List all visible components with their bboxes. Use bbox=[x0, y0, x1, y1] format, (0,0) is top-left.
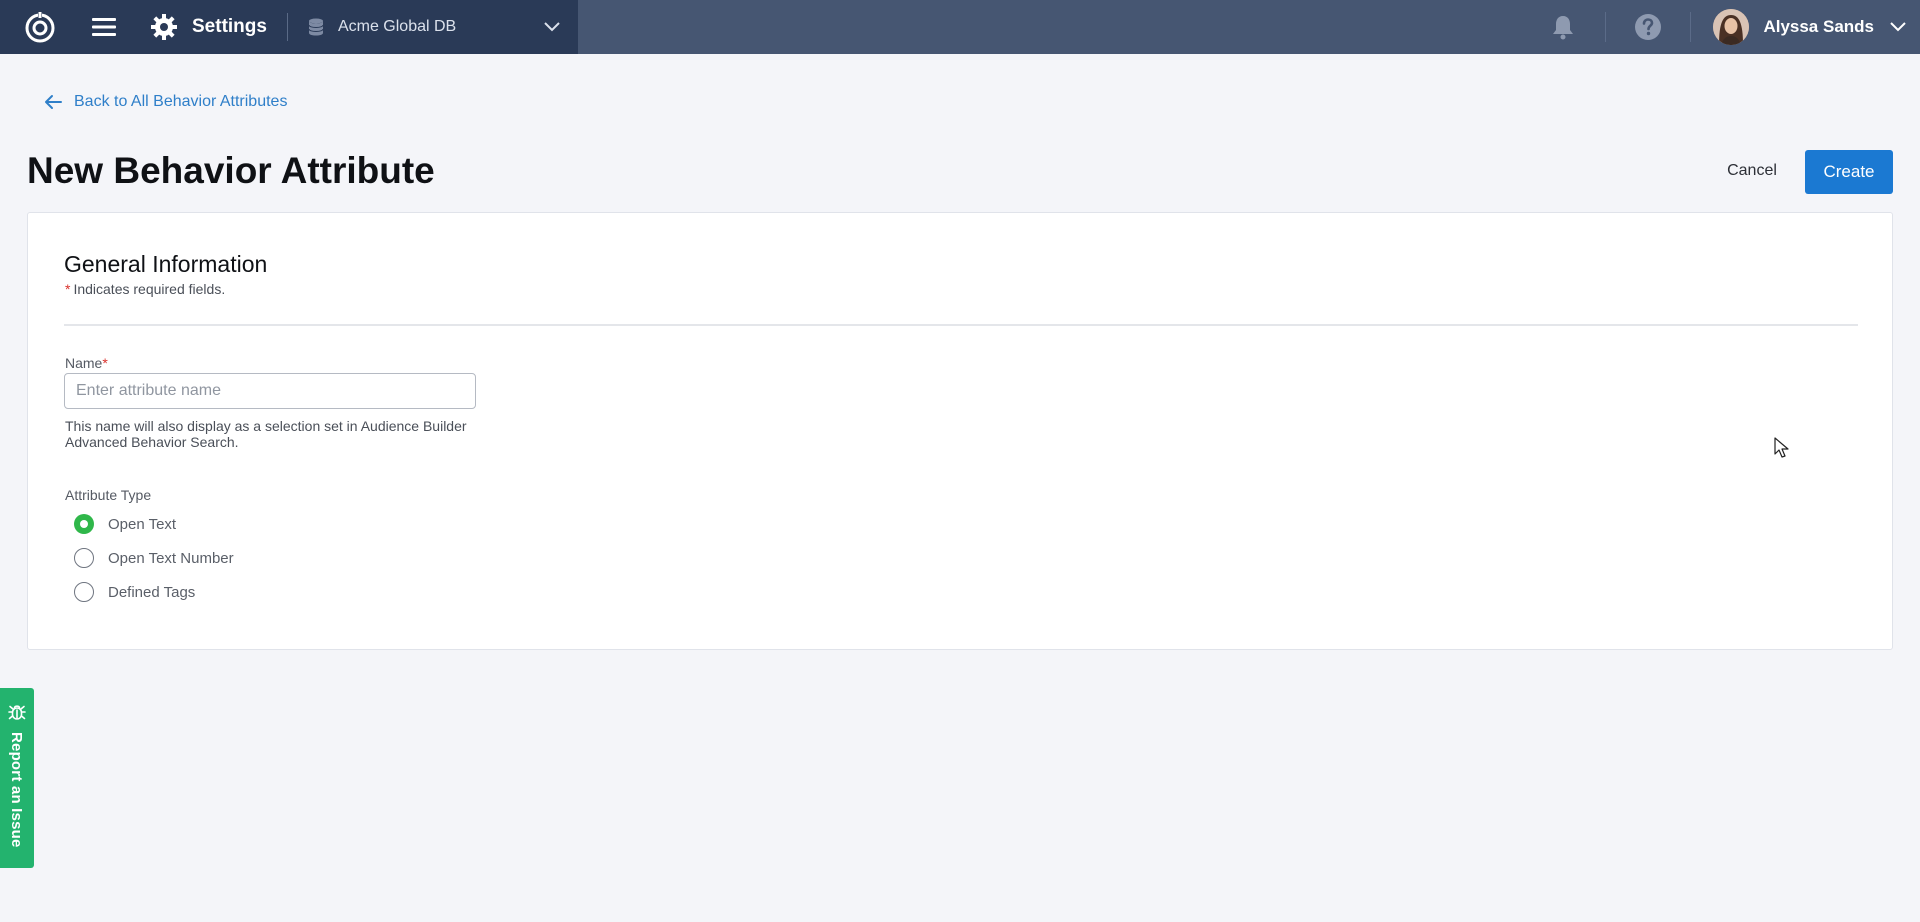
radio-label: Defined Tags bbox=[108, 583, 196, 601]
attribute-name-input[interactable] bbox=[64, 373, 476, 409]
header-divider bbox=[286, 13, 288, 41]
user-name[interactable]: Alyssa Sands bbox=[1763, 17, 1874, 37]
section-title: Settings bbox=[192, 16, 267, 37]
back-link-label: Back to All Behavior Attributes bbox=[74, 93, 288, 110]
database-icon bbox=[306, 17, 326, 37]
avatar[interactable] bbox=[1713, 9, 1750, 45]
radio-label: Open Text bbox=[108, 515, 177, 533]
required-star: * bbox=[102, 355, 108, 371]
section-divider bbox=[64, 324, 1858, 326]
arrow-left-icon bbox=[44, 93, 62, 111]
chevron-down-icon[interactable] bbox=[1886, 15, 1910, 39]
database-name: Acme Global DB bbox=[337, 18, 457, 35]
name-help-text: This name will also display as a selecti… bbox=[65, 418, 467, 450]
radio-option-open-text[interactable]: Open Text bbox=[74, 514, 176, 534]
name-label-text: Name bbox=[65, 355, 103, 371]
name-field-label: Name* bbox=[65, 355, 108, 371]
top-navigation-bar: Settings Acme Global DB Alyssa Sands bbox=[0, 0, 1920, 54]
create-button[interactable]: Create bbox=[1805, 150, 1893, 194]
required-note-text: Indicates required fields. bbox=[73, 281, 226, 297]
radio-button[interactable] bbox=[74, 582, 94, 602]
required-star: * bbox=[65, 281, 71, 297]
radio-label: Open Text Number bbox=[108, 549, 234, 567]
radio-button[interactable] bbox=[74, 514, 94, 534]
radio-button[interactable] bbox=[74, 548, 94, 568]
bell-icon[interactable] bbox=[1543, 7, 1583, 47]
general-information-card: General Information * Indicates required … bbox=[27, 212, 1893, 650]
hamburger-menu-icon[interactable] bbox=[84, 0, 124, 54]
radio-option-defined-tags[interactable]: Defined Tags bbox=[74, 582, 195, 602]
section-heading: General Information bbox=[64, 251, 268, 277]
brand-logo-icon[interactable] bbox=[12, 0, 68, 54]
top-bar-left-zone: Settings Acme Global DB bbox=[0, 0, 578, 54]
report-issue-label: Report an Issue bbox=[8, 732, 25, 848]
back-link[interactable]: Back to All Behavior Attributes bbox=[44, 93, 287, 111]
header-divider bbox=[1605, 12, 1607, 42]
cancel-button[interactable]: Cancel bbox=[1712, 152, 1792, 190]
mouse-cursor-icon bbox=[1774, 437, 1790, 459]
required-fields-note: * Indicates required fields. bbox=[65, 281, 225, 297]
bug-icon bbox=[7, 702, 27, 722]
top-bar-right-zone: Alyssa Sands bbox=[1543, 0, 1920, 54]
attribute-type-label: Attribute Type bbox=[65, 487, 152, 503]
page-title: New Behavior Attribute bbox=[27, 150, 435, 191]
database-selector[interactable]: Acme Global DB bbox=[306, 0, 562, 54]
report-issue-tab[interactable]: Report an Issue bbox=[0, 688, 34, 868]
radio-option-open-text-number[interactable]: Open Text Number bbox=[74, 548, 234, 568]
help-icon[interactable] bbox=[1628, 7, 1668, 47]
chevron-down-icon bbox=[542, 17, 562, 37]
header-divider bbox=[1690, 12, 1692, 42]
gear-icon bbox=[146, 0, 182, 54]
